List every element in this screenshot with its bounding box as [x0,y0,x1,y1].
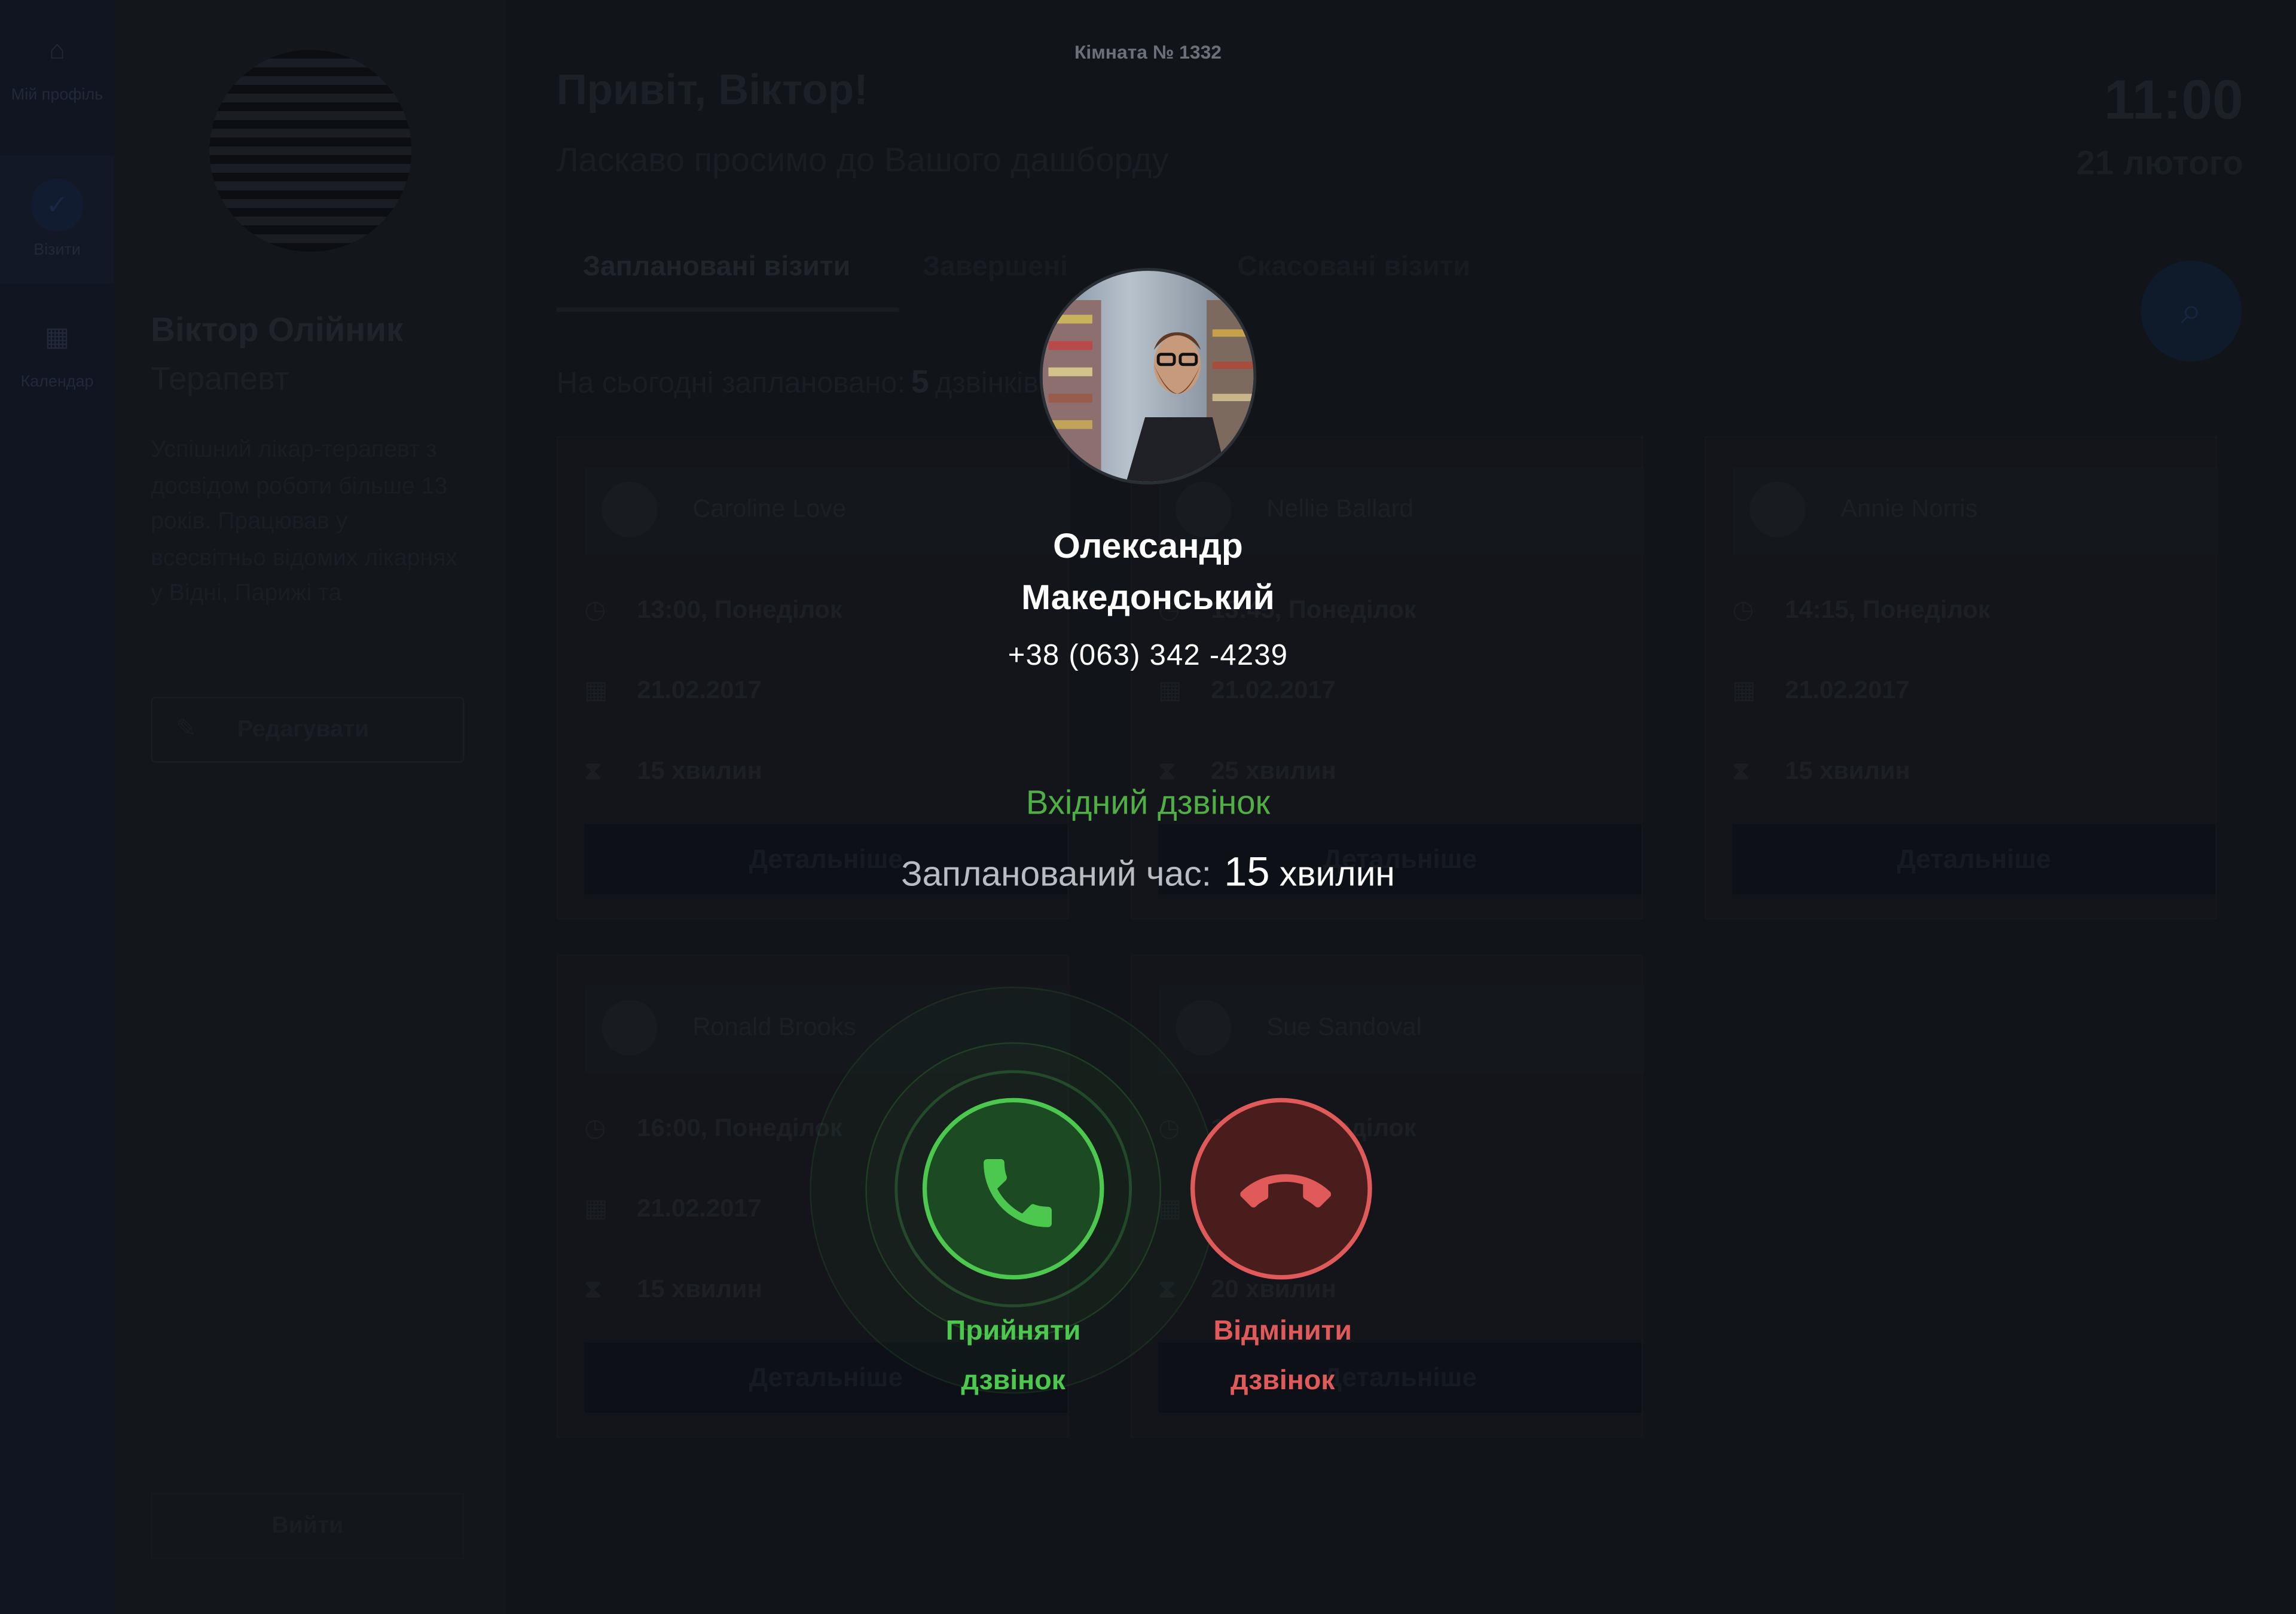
decline-call-button[interactable] [1190,1098,1372,1280]
room-number: Кімната № 1332 [1074,41,1222,63]
caller-last-name: Македонський [1021,578,1275,618]
phone-icon [984,1158,1052,1227]
accept-label-line2: дзвінок [961,1365,1065,1397]
app-screen: ⌂ Мій профіль ✓ Візити ▦ Календар Віктор… [0,0,2296,1614]
hang-up-icon [1240,1174,1332,1208]
planned-unit: хвилин [1279,855,1395,895]
planned-label: Запланований час: [901,855,1211,895]
decline-call-label[interactable]: Відмінити дзвінок [1151,1307,1415,1407]
caller-first-name: Олександр [1053,527,1243,567]
caller-avatar [1039,268,1257,485]
accept-call-button[interactable] [922,1098,1104,1280]
decline-label-line2: дзвінок [1230,1365,1335,1397]
call-status: Вхідний дзвінок [1025,783,1271,821]
planned-value: 15 [1224,849,1270,895]
accept-label-line1: Прийняти [945,1316,1081,1347]
caller-phone: +38 (063) 342 -4239 [1007,640,1289,672]
accept-call-label[interactable]: Прийняти дзвінок [881,1307,1145,1407]
planned-duration: Запланований час: 15 хвилин [0,849,2296,895]
decline-label-line1: Відмінити [1213,1316,1352,1347]
caller-name: Олександр Македонський [0,521,2296,623]
